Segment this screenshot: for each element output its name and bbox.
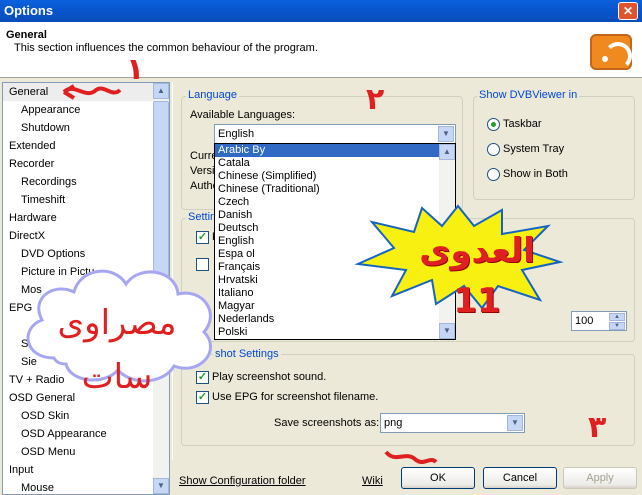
tree-item[interactable]: OSD Skin xyxy=(3,407,155,425)
language-group-title: Language xyxy=(186,89,239,101)
use-epg-checkbox[interactable]: ✓ xyxy=(196,391,209,404)
spin-up-icon[interactable]: ▲ xyxy=(609,313,625,321)
spin-down-icon[interactable]: ▼ xyxy=(609,322,625,330)
show-config-link[interactable]: Show Configuration folder xyxy=(179,475,306,487)
language-option[interactable]: Chinese (Simplified) xyxy=(215,170,440,183)
chevron-down-icon[interactable]: ▼ xyxy=(438,126,454,142)
taskbar-radio[interactable] xyxy=(487,118,500,131)
play-sound-label: Play screenshot sound. xyxy=(212,371,327,383)
tree-item[interactable]: OSD Menu xyxy=(3,443,155,461)
annotation-mark-2: ٢ xyxy=(366,82,385,117)
show-in-both-label: Show in Both xyxy=(503,168,568,180)
tree-item[interactable]: Hardware xyxy=(3,209,155,227)
settings-spin-input[interactable]: 100 ▲ ▼ xyxy=(571,311,627,331)
chevron-down-icon[interactable]: ▼ xyxy=(507,415,523,431)
tree-item[interactable]: Timeshift xyxy=(3,191,155,209)
scroll-up-button[interactable]: ▲ xyxy=(439,144,455,160)
tree-item[interactable]: Extended xyxy=(3,137,155,155)
window-title: Options xyxy=(4,3,54,18)
section-description: This section influences the common behav… xyxy=(14,42,318,54)
annotation-arrow-1 xyxy=(62,84,122,100)
apply-button[interactable]: Apply xyxy=(563,467,637,489)
system-tray-label: System Tray xyxy=(503,143,565,155)
language-option[interactable]: Chinese (Traditional) xyxy=(215,183,440,196)
available-languages-label: Available Languages: xyxy=(190,109,295,121)
section-title: General xyxy=(6,29,47,41)
scroll-up-button[interactable]: ▲ xyxy=(153,83,169,99)
save-as-label: Save screenshots as: xyxy=(274,417,380,429)
cloud-text: مصراوى سات xyxy=(57,303,177,397)
close-button[interactable]: ✕ xyxy=(618,2,638,20)
language-selected-value: English xyxy=(218,128,255,140)
tree-item[interactable]: OSD Appearance xyxy=(3,425,155,443)
language-option[interactable]: Catala xyxy=(215,157,440,170)
tree-item[interactable]: Recordings xyxy=(3,173,155,191)
wiki-link[interactable]: Wiki xyxy=(362,475,383,487)
settings-spin-value: 100 xyxy=(575,315,594,327)
annotation-mark-1: ١ xyxy=(126,52,145,87)
title-bar: Options ✕ xyxy=(0,0,642,22)
language-select[interactable]: English ▼ xyxy=(214,124,456,144)
version-label: Versi xyxy=(190,165,215,177)
section-header: General This section influences the comm… xyxy=(0,22,642,78)
language-option[interactable]: Arabic By xyxy=(215,144,440,157)
tree-item[interactable]: Shutdown xyxy=(3,119,155,137)
tree-item[interactable]: DirectX xyxy=(3,227,155,245)
rss-feed-icon xyxy=(590,34,632,70)
language-option[interactable]: Nederlands xyxy=(215,313,440,326)
tree-item[interactable]: Mouse xyxy=(3,479,155,494)
burst-text: العدوى 11 xyxy=(419,231,535,321)
show-in-group-title: Show DVBViewer in xyxy=(477,89,580,101)
scroll-down-button[interactable]: ▼ xyxy=(153,478,169,494)
annotation-arrow-3 xyxy=(384,450,438,464)
system-tray-radio[interactable] xyxy=(487,143,500,156)
cancel-button[interactable]: Cancel xyxy=(483,467,557,489)
tree-item[interactable]: Recorder xyxy=(3,155,155,173)
use-epg-label: Use EPG for screenshot filename. xyxy=(212,391,379,403)
tree-item[interactable]: Input xyxy=(3,461,155,479)
annotation-mark-3: ٣ xyxy=(588,410,607,445)
taskbar-label: Taskbar xyxy=(503,118,542,130)
language-option[interactable]: Polski xyxy=(215,326,440,339)
ok-button[interactable]: OK xyxy=(401,467,475,489)
settings-checkbox-1[interactable]: ✓ xyxy=(196,231,209,244)
show-in-both-radio[interactable] xyxy=(487,168,500,181)
save-as-select[interactable]: png ▼ xyxy=(380,413,525,433)
save-as-value: png xyxy=(384,417,403,429)
